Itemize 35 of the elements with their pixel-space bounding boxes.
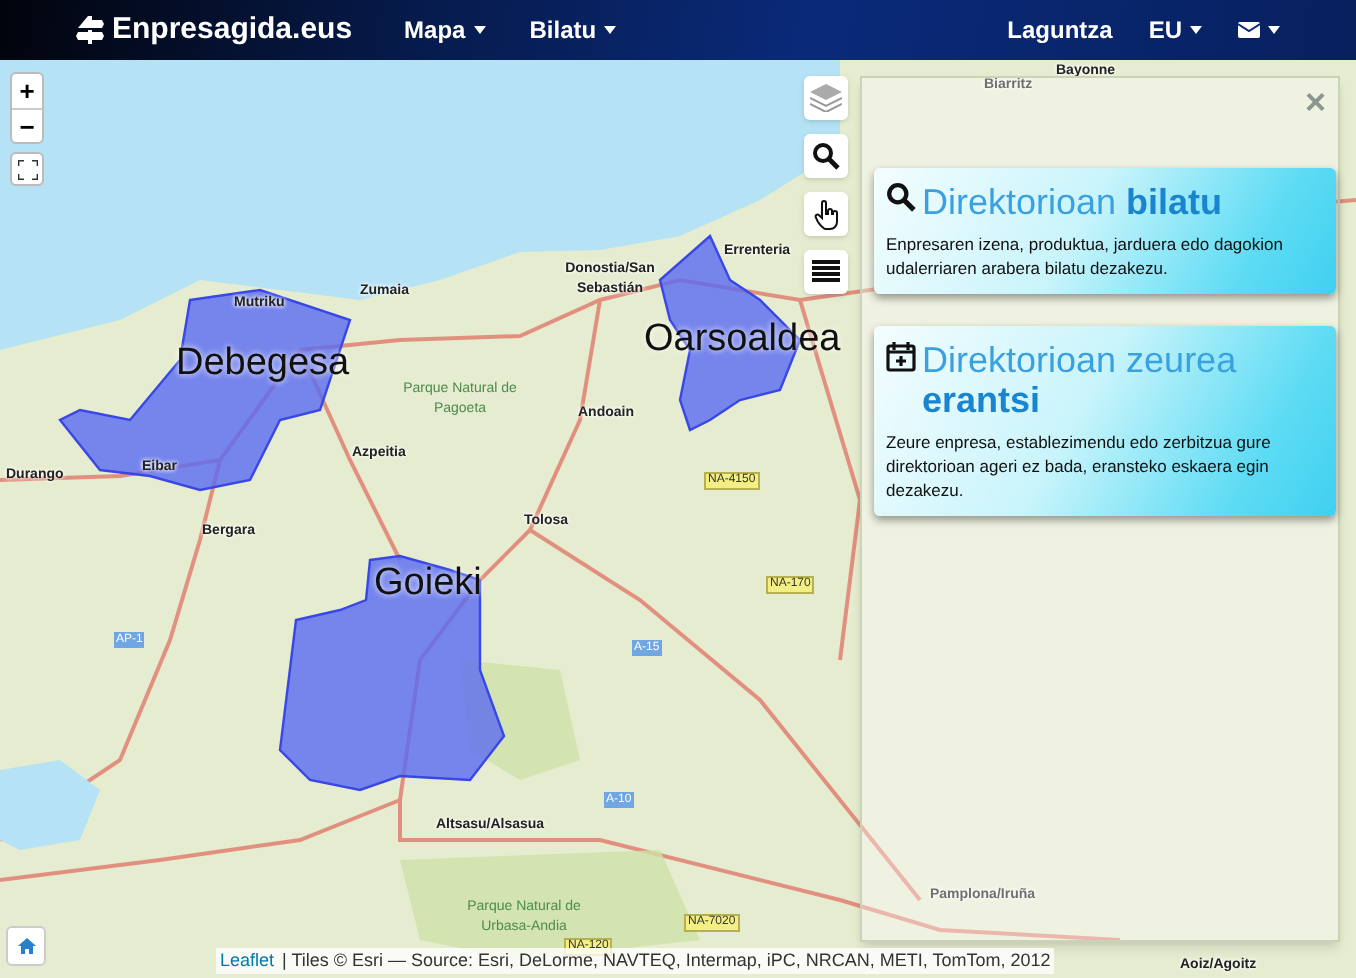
mail-menu-button[interactable]	[1238, 22, 1280, 38]
layers-icon	[810, 84, 842, 112]
brand-name[interactable]: Enpresagida.eus	[112, 7, 353, 53]
envelope-icon	[1238, 22, 1260, 38]
lake-shape	[0, 760, 100, 850]
calendar-plus-icon	[886, 340, 916, 372]
nav-link[interactable]: Laguntza	[1007, 12, 1113, 48]
layers-button[interactable]	[804, 76, 848, 120]
list-icon	[812, 260, 840, 284]
signpost-icon	[76, 16, 104, 44]
leaflet-link[interactable]: Leaflet	[220, 947, 275, 974]
region-label: Debegesa	[176, 344, 350, 382]
nav-menu-link[interactable]: Bilatu	[529, 12, 617, 48]
card-title: Direktorioan bilatu	[922, 182, 1223, 222]
zoom-out-button[interactable]: −	[12, 108, 42, 142]
nav-menu-link[interactable]: Mapa	[404, 12, 486, 48]
home-button[interactable]	[6, 926, 46, 966]
region-label: Oarsoaldea	[644, 320, 841, 358]
card-title: Direktorioan zeurea erantsi	[922, 340, 1239, 420]
nav-link[interactable]: EU	[1148, 12, 1202, 48]
region-label: Goieki	[374, 564, 482, 602]
zoom-in-button[interactable]: +	[12, 74, 42, 108]
search-icon	[886, 182, 916, 212]
home-icon	[17, 938, 35, 954]
search-button[interactable]	[804, 134, 848, 178]
fullscreen-button[interactable]	[10, 152, 44, 186]
list-button[interactable]	[804, 250, 848, 294]
info-card[interactable]: Direktorioan zeurea erantsi Zeure enpresa, establezimendu edo zerbitzua gure direktorioan ageri ez bada, eransteko eskaera egin dezakezu.	[874, 326, 1336, 516]
card-description: Enpresaren izena, produktua, jarduera edo dagokion udalerriaren arabera bilatu dezakezu.	[886, 232, 1285, 280]
fullscreen-icon	[17, 159, 37, 179]
select-tool-button[interactable]	[804, 192, 848, 236]
search-icon	[812, 142, 840, 170]
hand-pointer-icon	[813, 199, 839, 229]
card-description: Zeure enpresa, establezimendu edo zerbitzua gure direktorioan ageri ez bada, eransteko eskaera egin dezakezu.	[886, 430, 1273, 502]
info-card[interactable]: Direktorioan bilatu Enpresaren izena, produktua, jarduera edo dagokion udalerriaren arabera bilatu dezakezu.	[874, 168, 1336, 294]
